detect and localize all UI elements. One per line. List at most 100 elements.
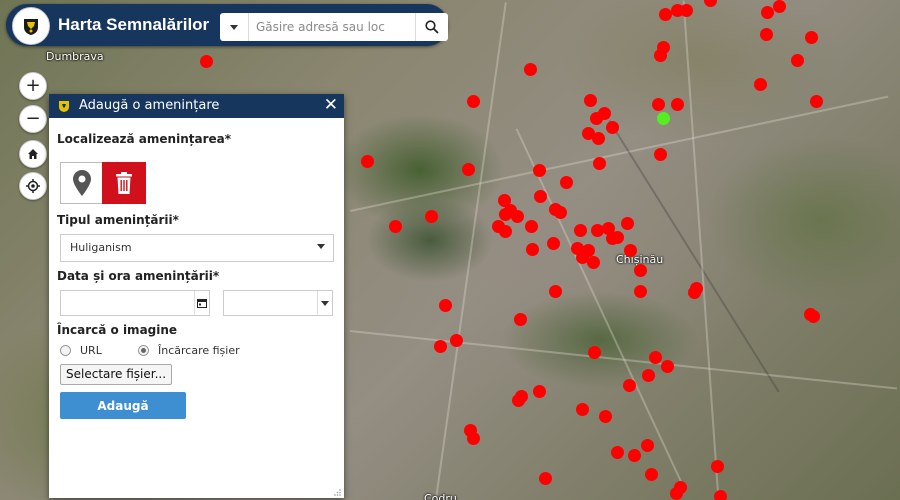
locate-label: Localizează amenințarea* (57, 132, 232, 146)
report-marker[interactable] (760, 5, 774, 19)
report-marker[interactable] (658, 7, 672, 21)
report-marker[interactable] (559, 175, 573, 189)
report-marker[interactable] (687, 285, 701, 299)
report-marker[interactable] (524, 219, 538, 233)
report-marker[interactable] (713, 489, 727, 500)
threat-type-select[interactable]: Huliganism (60, 234, 334, 262)
report-marker[interactable] (753, 77, 767, 91)
report-marker[interactable] (605, 120, 619, 134)
time-select[interactable] (223, 290, 333, 316)
home-icon (28, 149, 38, 159)
search-input[interactable] (254, 16, 418, 38)
report-marker[interactable] (648, 350, 662, 364)
report-marker[interactable] (433, 339, 447, 353)
time-dropdown-button[interactable] (317, 291, 332, 315)
report-marker[interactable] (633, 263, 647, 277)
selected-location-marker[interactable] (656, 111, 670, 125)
report-marker[interactable] (587, 345, 601, 359)
calendar-button[interactable] (194, 291, 209, 315)
report-marker[interactable] (573, 223, 587, 237)
report-marker[interactable] (598, 409, 612, 423)
zoom-in-button[interactable]: + (19, 72, 47, 100)
report-marker[interactable] (641, 368, 655, 382)
report-marker[interactable] (586, 255, 600, 269)
radio-url-circle[interactable] (60, 345, 71, 356)
report-marker[interactable] (590, 223, 604, 237)
report-marker[interactable] (548, 284, 562, 298)
report-marker[interactable] (532, 384, 546, 398)
radio-url[interactable]: URL (60, 344, 102, 357)
radio-url-label: URL (80, 344, 102, 357)
report-marker[interactable] (633, 284, 647, 298)
report-marker[interactable] (591, 131, 605, 145)
report-marker[interactable] (510, 209, 524, 223)
report-marker[interactable] (463, 423, 477, 437)
report-marker[interactable] (525, 242, 539, 256)
image-upload-label: Încarcă o imagine (57, 323, 178, 337)
report-marker[interactable] (670, 97, 684, 111)
radio-upload[interactable]: Încărcare fișier (138, 344, 240, 357)
report-marker[interactable] (514, 389, 528, 403)
caret-down-icon (230, 24, 238, 30)
report-marker[interactable] (461, 162, 475, 176)
locate-me-button[interactable] (19, 172, 47, 200)
date-input[interactable] (60, 290, 210, 316)
close-icon[interactable]: ✕ (324, 95, 338, 115)
report-marker[interactable] (592, 156, 606, 170)
zoom-out-button[interactable]: − (19, 105, 47, 133)
panel-header: Adaugă o amenințare ✕ (49, 94, 344, 118)
home-button[interactable] (19, 140, 47, 168)
report-marker[interactable] (498, 224, 512, 238)
report-marker[interactable] (679, 3, 693, 17)
search-source-dropdown[interactable] (220, 13, 249, 41)
search-button[interactable] (415, 13, 448, 41)
report-marker[interactable] (653, 147, 667, 161)
report-marker[interactable] (651, 97, 665, 111)
report-marker[interactable] (533, 189, 547, 203)
radio-upload-circle[interactable] (138, 345, 149, 356)
report-marker[interactable] (640, 438, 654, 452)
delete-marker-button[interactable] (102, 162, 146, 204)
report-marker[interactable] (438, 298, 452, 312)
report-marker[interactable] (553, 205, 567, 219)
choose-file-button[interactable]: Selectare fișier... (60, 364, 173, 385)
app-title: Harta Semnalărilor (58, 15, 210, 34)
report-marker[interactable] (583, 93, 597, 107)
report-marker[interactable] (597, 106, 611, 120)
report-marker[interactable] (466, 94, 480, 108)
report-marker[interactable] (581, 243, 595, 257)
report-marker[interactable] (809, 94, 823, 108)
report-marker[interactable] (546, 236, 560, 250)
place-marker-button[interactable] (60, 162, 104, 204)
resize-grip-icon[interactable] (334, 488, 342, 496)
report-marker[interactable] (610, 230, 624, 244)
report-marker[interactable] (610, 445, 624, 459)
report-marker[interactable] (790, 53, 804, 67)
report-marker[interactable] (759, 27, 773, 41)
report-marker[interactable] (804, 30, 818, 44)
report-marker[interactable] (710, 459, 724, 473)
report-marker[interactable] (656, 40, 670, 54)
report-marker[interactable] (644, 467, 658, 481)
report-marker[interactable] (620, 216, 634, 230)
report-marker[interactable] (199, 54, 213, 68)
report-marker[interactable] (424, 209, 438, 223)
report-marker[interactable] (538, 471, 552, 485)
calendar-icon (197, 299, 207, 308)
report-marker[interactable] (513, 312, 527, 326)
report-marker[interactable] (673, 480, 687, 494)
report-marker[interactable] (772, 0, 786, 13)
report-marker[interactable] (623, 243, 637, 257)
report-marker[interactable] (575, 402, 589, 416)
report-marker[interactable] (703, 0, 717, 7)
report-marker[interactable] (627, 448, 641, 462)
report-marker[interactable] (523, 62, 537, 76)
report-marker[interactable] (388, 219, 402, 233)
report-marker[interactable] (532, 163, 546, 177)
report-marker[interactable] (660, 359, 674, 373)
report-marker[interactable] (449, 333, 463, 347)
report-marker[interactable] (622, 378, 636, 392)
report-marker[interactable] (806, 309, 820, 323)
add-button[interactable]: Adaugă (60, 392, 186, 419)
report-marker[interactable] (360, 154, 374, 168)
